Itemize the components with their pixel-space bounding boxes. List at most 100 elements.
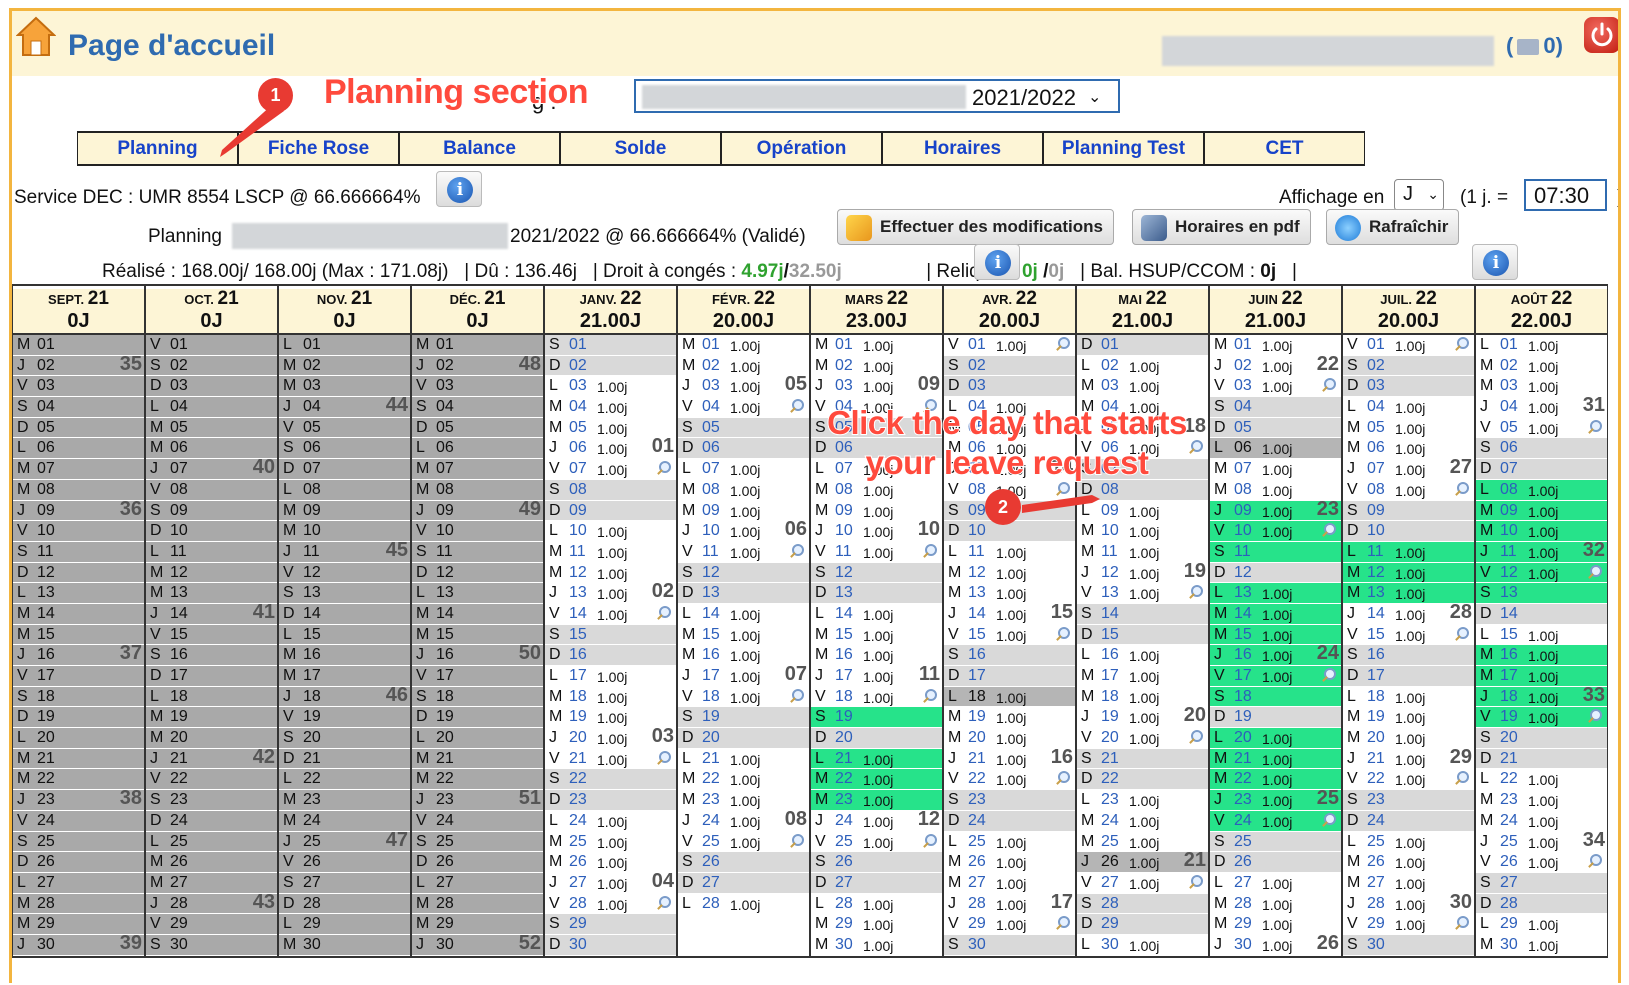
calendar-day[interactable]: M 29 bbox=[412, 914, 543, 935]
calendar-day[interactable]: M 25 1.00j bbox=[1077, 831, 1208, 853]
calendar-day[interactable]: S 16 bbox=[1343, 645, 1474, 666]
calendar-day[interactable]: M 25 1.00j bbox=[545, 831, 676, 853]
calendar-day[interactable]: L 25 1.00j bbox=[944, 831, 1075, 853]
calendar-day[interactable]: L 13 bbox=[13, 583, 144, 604]
calendar-day[interactable]: D 16 bbox=[545, 645, 676, 666]
agent-year-select[interactable]: 2021/2022 ⌄ bbox=[634, 79, 1120, 113]
conges-info-button[interactable]: i bbox=[974, 244, 1020, 280]
calendar-day[interactable]: L 23 1.00j bbox=[1077, 790, 1208, 811]
calendar-day[interactable]: D 03 bbox=[1343, 376, 1474, 398]
calendar-day[interactable]: D 14 bbox=[279, 603, 410, 625]
calendar-day[interactable]: M 27 1.00j bbox=[944, 872, 1075, 894]
calendar-day[interactable]: D 30 bbox=[545, 934, 676, 956]
calendar-day[interactable]: J 30 52 bbox=[412, 934, 543, 956]
calendar-day[interactable]: J 06 1.00j 01 bbox=[545, 438, 676, 460]
calendar-day[interactable]: J 03 1.00j 05 bbox=[678, 376, 809, 398]
calendar-day[interactable]: V 13 1.00j bbox=[1077, 583, 1208, 604]
calendar-day[interactable]: J 14 1.00j 15 bbox=[944, 603, 1075, 625]
calendar-day[interactable]: D 10 bbox=[944, 521, 1075, 542]
calendar-day[interactable]: S 05 bbox=[678, 417, 809, 439]
magnifier-icon[interactable] bbox=[1587, 854, 1602, 868]
calendar-day[interactable]: M 20 1.00j bbox=[944, 728, 1075, 749]
mail-counter[interactable]: (0) bbox=[1506, 33, 1563, 59]
calendar-day[interactable]: S 02 bbox=[944, 355, 1075, 377]
calendar-day[interactable]: S 13 bbox=[1476, 583, 1607, 604]
calendar-day[interactable]: J 30 1.00j 26 bbox=[1210, 934, 1341, 956]
calendar-day[interactable]: D 24 bbox=[944, 810, 1075, 832]
calendar-day[interactable]: D 06 bbox=[678, 438, 809, 460]
calendar-day[interactable]: J 03 1.00j 09 bbox=[811, 376, 942, 398]
calendar-day[interactable]: M 17 1.00j bbox=[1476, 666, 1607, 687]
calendar-day[interactable]: J 04 1.00j 31 bbox=[1476, 397, 1607, 418]
calendar-day[interactable]: V 04 1.00j bbox=[678, 397, 809, 418]
calendar-day[interactable]: V 21 1.00j bbox=[545, 748, 676, 770]
calendar-day[interactable]: M 10 bbox=[279, 521, 410, 542]
calendar-day[interactable]: M 27 bbox=[146, 872, 277, 894]
calendar-day[interactable]: D 03 bbox=[146, 376, 277, 398]
calendar-day[interactable]: L 01 1.00j bbox=[1476, 335, 1607, 356]
calendar-day[interactable]: D 10 bbox=[1343, 521, 1474, 542]
calendar-day[interactable]: D 07 bbox=[279, 459, 410, 480]
calendar-day[interactable]: V 10 bbox=[13, 521, 144, 542]
calendar-day[interactable]: L 06 1.00j bbox=[1210, 438, 1341, 460]
calendar-day[interactable]: S 19 bbox=[811, 707, 942, 729]
calendar-day[interactable]: M 02 bbox=[279, 355, 410, 377]
calendar-day[interactable]: J 21 1.00j 16 bbox=[944, 748, 1075, 770]
calendar-day[interactable]: M 30 bbox=[279, 934, 410, 956]
calendar-day[interactable]: S 02 bbox=[1343, 355, 1474, 377]
calendar-day[interactable]: M 18 1.00j bbox=[1077, 686, 1208, 708]
calendar-day[interactable]: L 27 1.00j bbox=[1210, 872, 1341, 894]
calendar-day[interactable]: J 12 1.00j 19 bbox=[1077, 562, 1208, 584]
calendar-day[interactable]: L 15 1.00j bbox=[1476, 624, 1607, 646]
calendar-day[interactable]: M 23 1.00j bbox=[1476, 790, 1607, 811]
calendar-day[interactable]: S 12 bbox=[678, 562, 809, 584]
calendar-day[interactable]: S 28 bbox=[1077, 893, 1208, 915]
calendar-day[interactable]: J 07 1.00j 27 bbox=[1343, 459, 1474, 480]
magnifier-icon[interactable] bbox=[1188, 874, 1203, 889]
calendar-day[interactable]: J 02 1.00j 22 bbox=[1210, 355, 1341, 377]
calendar-day[interactable]: D 12 bbox=[1210, 562, 1341, 584]
tab-horaires[interactable]: Horaires bbox=[882, 131, 1043, 166]
calendar-day[interactable]: D 20 bbox=[678, 728, 809, 749]
calendar-day[interactable]: V 24 bbox=[412, 810, 543, 832]
calendar-day[interactable]: S 12 bbox=[811, 562, 942, 584]
calendar-day[interactable]: S 27 bbox=[279, 872, 410, 894]
calendar-day[interactable]: L 18 1.00j bbox=[1343, 686, 1474, 708]
calendar-day[interactable]: V 29 1.00j bbox=[944, 914, 1075, 935]
calendar-day[interactable]: J 30 39 bbox=[13, 934, 144, 956]
calendar-day[interactable]: V 03 bbox=[13, 376, 144, 398]
calendar-day[interactable]: S 06 bbox=[1476, 438, 1607, 460]
calendar-day[interactable]: M 14 bbox=[412, 603, 543, 625]
magnifier-icon[interactable] bbox=[656, 895, 671, 910]
magnifier-icon[interactable] bbox=[1454, 771, 1469, 785]
calendar-day[interactable]: J 18 46 bbox=[279, 686, 410, 708]
calendar-day[interactable]: D 19 bbox=[1210, 707, 1341, 729]
calendar-day[interactable]: L 14 1.00j bbox=[678, 603, 809, 625]
calendar-day[interactable]: M 29 1.00j bbox=[1210, 914, 1341, 935]
calendar-day[interactable]: V 14 1.00j bbox=[545, 603, 676, 625]
calendar-day[interactable]: M 22 1.00j bbox=[1210, 769, 1341, 791]
calendar-day[interactable]: V 15 1.00j bbox=[944, 624, 1075, 646]
calendar-day[interactable]: S 11 bbox=[1210, 541, 1341, 563]
calendar-day[interactable]: V 15 bbox=[146, 624, 277, 646]
magnifier-icon[interactable] bbox=[656, 605, 671, 620]
magnifier-icon[interactable] bbox=[1321, 668, 1336, 682]
calendar-day[interactable]: S 23 bbox=[146, 790, 277, 811]
calendar-day[interactable]: V 01 1.00j bbox=[944, 335, 1075, 356]
calendar-day[interactable]: L 18 bbox=[146, 686, 277, 708]
calendar-day[interactable]: M 03 1.00j bbox=[1476, 376, 1607, 398]
magnifier-icon[interactable] bbox=[1454, 481, 1469, 496]
calendar-day[interactable]: M 03 bbox=[279, 376, 410, 398]
calendar-day[interactable]: L 27 bbox=[13, 872, 144, 894]
calendar-day[interactable]: J 26 1.00j 21 bbox=[1077, 852, 1208, 873]
calendar-day[interactable]: V 17 bbox=[13, 666, 144, 687]
calendar-day[interactable]: D 27 bbox=[678, 872, 809, 894]
magnifier-icon[interactable] bbox=[656, 461, 671, 475]
calendar-day[interactable]: M 12 1.00j bbox=[545, 562, 676, 584]
calendar-day[interactable]: M 15 1.00j bbox=[1210, 624, 1341, 646]
calendar-day[interactable]: S 08 bbox=[545, 479, 676, 501]
calendar-day[interactable]: J 25 47 bbox=[279, 831, 410, 853]
calendar-day[interactable]: M 16 bbox=[279, 645, 410, 666]
calendar-day[interactable]: L 22 1.00j bbox=[1476, 769, 1607, 791]
magnifier-icon[interactable] bbox=[1587, 564, 1602, 579]
